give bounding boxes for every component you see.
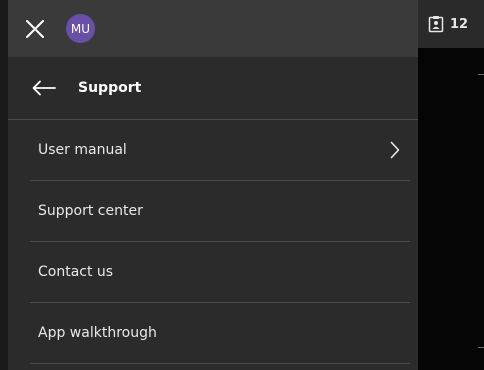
menu-item-user-manual[interactable]: User manual <box>30 120 410 181</box>
menu-item-support-center[interactable]: Support center <box>30 181 410 242</box>
task-count: 12 <box>450 16 469 32</box>
clipboard-person-icon <box>428 15 444 33</box>
support-menu: User manual Support center Contact us Ap… <box>8 120 418 364</box>
drawer-header: MU <box>8 0 418 57</box>
arrow-left-icon[interactable] <box>32 80 56 96</box>
scroll-tick <box>478 74 484 75</box>
avatar[interactable]: MU <box>66 14 95 43</box>
menu-item-app-walkthrough[interactable]: App walkthrough <box>30 303 410 364</box>
menu-item-label: Contact us <box>38 264 114 280</box>
avatar-initials: MU <box>70 21 91 36</box>
menu-item-label: App walkthrough <box>38 325 157 341</box>
task-counter[interactable]: 12 <box>418 0 484 48</box>
menu-item-contact-us[interactable]: Contact us <box>30 242 410 303</box>
close-icon[interactable] <box>26 19 44 38</box>
chevron-right-icon <box>390 141 400 159</box>
menu-item-label: User manual <box>38 142 127 158</box>
submenu-header: Support <box>8 57 418 120</box>
submenu-title: Support <box>78 80 142 96</box>
scroll-tick <box>478 347 484 348</box>
navigation-drawer: MU Support User manual Support center Co… <box>0 0 418 370</box>
menu-item-label: Support center <box>38 203 143 219</box>
